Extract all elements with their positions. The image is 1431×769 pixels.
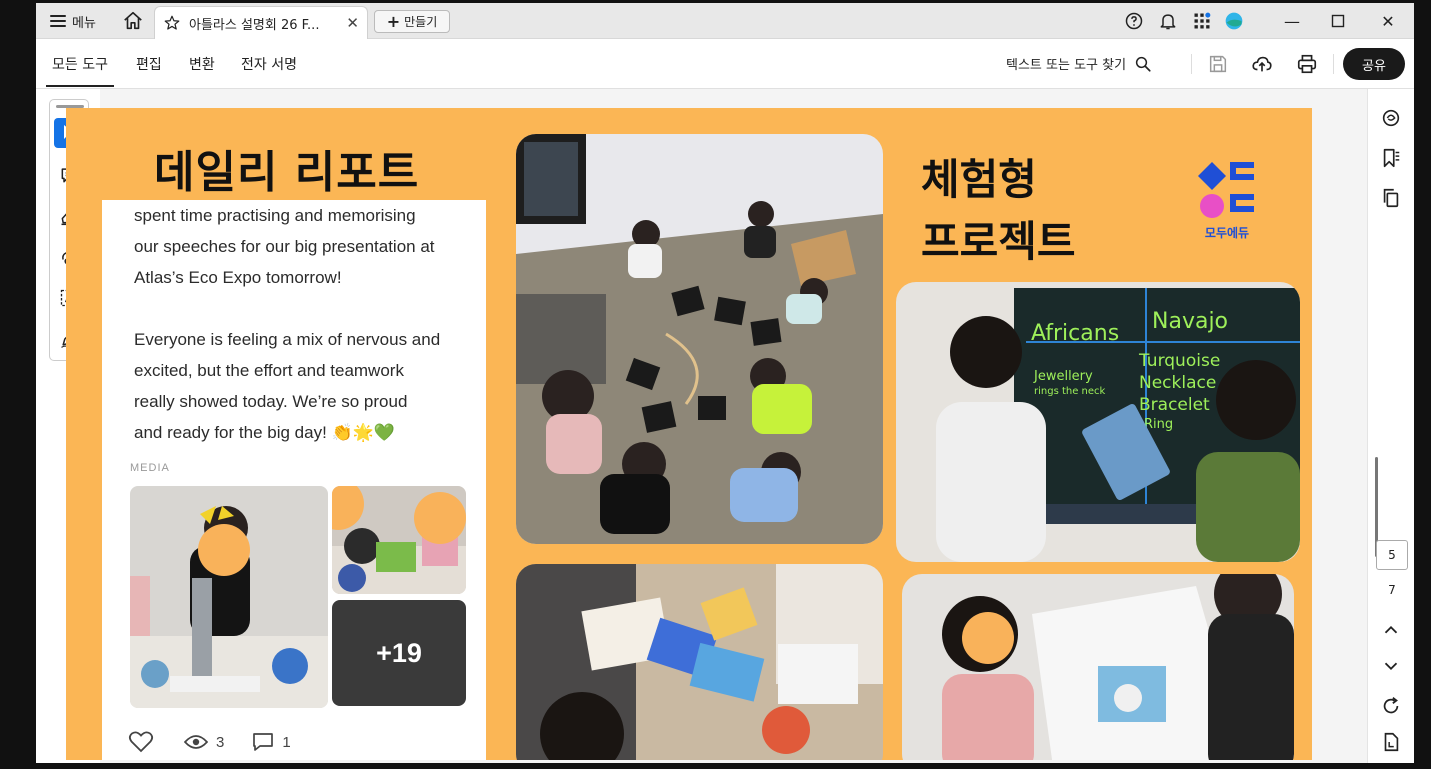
apps-grid-icon[interactable] <box>1192 11 1212 31</box>
photo-poster-presentation <box>902 574 1294 760</box>
save-icon[interactable] <box>1207 53 1229 75</box>
eye-icon <box>184 735 208 749</box>
media-label: MEDIA <box>130 462 170 474</box>
hamburger-icon <box>50 15 66 27</box>
star-icon[interactable] <box>163 14 181 32</box>
refresh-icon[interactable] <box>1380 695 1402 717</box>
heart-icon[interactable] <box>128 730 154 754</box>
help-icon[interactable] <box>1124 11 1144 31</box>
photo-kids-drawing-table <box>516 564 883 760</box>
privacy-blur-dot <box>198 524 250 576</box>
copy-pages-icon[interactable] <box>1380 187 1402 209</box>
bell-icon[interactable] <box>1158 11 1178 31</box>
menu-label: 메뉴 <box>72 15 96 31</box>
privacy-blur-dot <box>962 612 1014 664</box>
tab-all-tools[interactable]: 모든 도구 <box>46 54 114 87</box>
ai-assistant-icon[interactable] <box>1380 107 1402 129</box>
maximize-icon[interactable] <box>1326 9 1350 33</box>
close-window-icon[interactable]: ✕ <box>1376 9 1400 33</box>
bookmark-icon[interactable] <box>1380 147 1402 169</box>
whiteboard-item: Turquoise <box>1138 351 1220 371</box>
find-tools-label: 텍스트 또는 도구 찾기 <box>1006 58 1127 73</box>
create-button[interactable]: + 만들기 <box>374 10 450 33</box>
whiteboard-row1b: rings the neck <box>1034 386 1106 397</box>
photo-kids-floor-activity <box>516 134 883 544</box>
right-rail: 5 7 <box>1367 89 1414 763</box>
daily-report-card: spent time practising and memorising our… <box>102 200 486 760</box>
media-thumbnail-main <box>130 486 328 708</box>
comment-count: 1 <box>282 733 291 751</box>
toolbar-divider <box>1191 54 1192 74</box>
menu-button[interactable]: 메뉴 <box>50 11 96 31</box>
total-pages: 7 <box>1388 583 1396 597</box>
chevron-down-icon[interactable] <box>1380 655 1402 677</box>
tab-convert[interactable]: 변환 <box>189 54 215 74</box>
profile-avatar[interactable] <box>1224 11 1244 31</box>
home-icon[interactable] <box>122 10 144 32</box>
cloud-upload-icon[interactable] <box>1251 53 1273 75</box>
report-line: and ready for the big day! 👏🌟💚 <box>134 423 396 442</box>
privacy-blur-dot <box>414 492 466 544</box>
whiteboard-item: Necklace <box>1139 373 1216 393</box>
media-thumbnail <box>332 486 466 594</box>
daily-report-heading: 데일리 리포트 <box>154 147 420 198</box>
plus-icon: + <box>386 12 401 31</box>
find-tools-search[interactable]: 텍스트 또는 도구 찾기 <box>1006 54 1152 73</box>
report-line: really showed today. We’re so proud <box>134 392 408 411</box>
chevron-up-icon[interactable] <box>1380 619 1402 641</box>
current-page-input[interactable]: 5 <box>1376 540 1408 570</box>
whiteboard-row1a: Jewellery <box>1033 369 1093 384</box>
toolbar-divider <box>1333 54 1334 74</box>
tab-e-sign[interactable]: 전자 서명 <box>241 54 297 74</box>
pdf-page: 데일리 리포트 spent time practising and memori… <box>66 108 1312 760</box>
page-export-icon[interactable] <box>1380 731 1402 753</box>
report-line: excited, but the effort and teamwork <box>134 361 404 380</box>
report-text: spent time practising and memorising our… <box>134 200 474 448</box>
report-line: our speeches for our big presentation at <box>134 237 435 256</box>
document-tab[interactable]: 아틀라스 설명회 26 F... ✕ <box>154 6 368 39</box>
top-toolbar: 모든 도구 편집 변환 전자 서명 텍스트 또는 도구 찾기 공유 <box>36 39 1414 89</box>
experience-heading-line2: 프로젝트 <box>921 217 1076 266</box>
tab-title: 아틀라스 설명회 26 F... <box>189 17 320 33</box>
close-tab-icon[interactable]: ✕ <box>346 14 359 32</box>
logo-text: 모두에듀 <box>1204 226 1250 240</box>
whiteboard-item: Ring <box>1144 417 1173 432</box>
card-footer: 3 1 <box>128 730 291 754</box>
report-line: Atlas’s Eco Expo tomorrow! <box>134 268 342 287</box>
tab-edit[interactable]: 편집 <box>136 54 162 74</box>
whiteboard-col1: Africans <box>1031 321 1119 346</box>
print-icon[interactable] <box>1296 53 1318 75</box>
photo-whiteboard-lesson: Africans Navajo Jewellery rings the neck… <box>896 282 1300 562</box>
search-icon <box>1135 56 1151 72</box>
whiteboard-item: Bracelet <box>1139 395 1210 415</box>
experience-heading-line1: 체험형 <box>921 155 1037 204</box>
comment-bubble-icon[interactable] <box>252 732 274 752</box>
report-line: spent time practising and memorising <box>134 206 416 225</box>
view-count: 3 <box>216 733 225 751</box>
title-bar: 메뉴 아틀라스 설명회 26 F... ✕ + 만들기 — ✕ <box>36 3 1414 39</box>
report-line: Everyone is feeling a mix of nervous and <box>134 330 441 349</box>
minimize-icon[interactable]: — <box>1280 9 1304 33</box>
whiteboard-col2: Navajo <box>1152 309 1228 334</box>
more-media-button[interactable]: +19 <box>332 600 466 706</box>
share-button[interactable]: 공유 <box>1343 48 1405 80</box>
create-label: 만들기 <box>404 15 438 29</box>
